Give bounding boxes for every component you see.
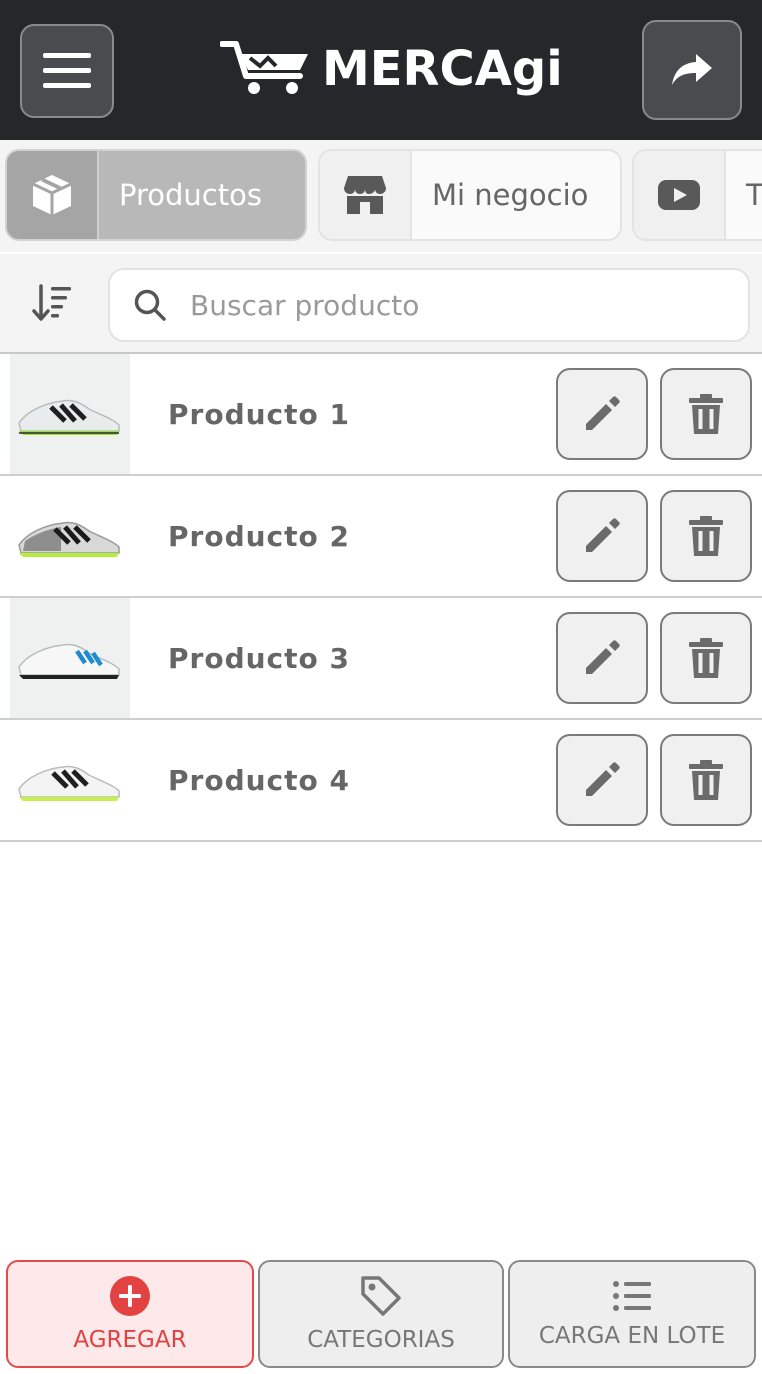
sort-button[interactable]: [22, 278, 82, 328]
categories-label: CATEGORIAS: [307, 1327, 455, 1353]
product-row[interactable]: Producto 2: [0, 476, 762, 598]
tab-mi-negocio-label: Mi negocio: [432, 178, 589, 212]
tag-icon: [361, 1276, 401, 1316]
product-thumbnail: [10, 598, 130, 718]
search-icon-wrap: [110, 288, 190, 322]
pencil-icon: [586, 640, 620, 674]
product-row[interactable]: Producto 4: [0, 720, 762, 842]
product-thumbnail: [10, 476, 130, 596]
edit-button[interactable]: [556, 612, 648, 704]
tab-productos[interactable]: Productos: [5, 149, 307, 241]
magnifier-icon: [134, 289, 166, 321]
batch-upload-label: CARGA EN LOTE: [538, 1323, 726, 1349]
edit-button[interactable]: [556, 734, 648, 826]
trash-icon: [689, 760, 723, 800]
product-thumbnail: [10, 720, 130, 840]
section-tabs: Productos Mi negocio T: [0, 140, 762, 252]
product-name: Producto 2: [168, 519, 350, 553]
product-row[interactable]: Producto 1: [0, 354, 762, 476]
product-name: Producto 4: [168, 763, 350, 797]
trash-icon: [689, 516, 723, 556]
search-box: [108, 268, 750, 342]
product-thumbnail: [10, 354, 130, 474]
add-product-button[interactable]: AGREGAR: [6, 1260, 254, 1368]
search-input[interactable]: [190, 288, 730, 322]
product-name: Producto 1: [168, 397, 350, 431]
tab-mi-negocio-icon-box: [320, 151, 412, 239]
tab-mi-negocio[interactable]: Mi negocio: [318, 149, 622, 241]
categories-button[interactable]: CATEGORIAS: [258, 1260, 504, 1368]
app-header: MERCAgi: [0, 0, 762, 140]
store-icon: [344, 176, 386, 214]
edit-button[interactable]: [556, 490, 648, 582]
pencil-icon: [586, 518, 620, 552]
plus-circle-icon: [110, 1276, 150, 1316]
cart-logo-icon: [220, 41, 308, 94]
tab-tutoriales-icon-box: [634, 151, 726, 239]
brand-name: MERCAgi: [322, 41, 563, 97]
hamburger-menu-icon: [43, 53, 91, 88]
share-arrow-icon: [672, 54, 712, 85]
shoe-image: [18, 765, 120, 801]
shoe-image: [18, 643, 120, 679]
product-list: Producto 1 Producto 2 Producto 3 Product…: [0, 354, 762, 842]
trash-icon: [689, 638, 723, 678]
pencil-icon: [586, 396, 620, 430]
sort-descending-icon: [32, 284, 71, 321]
tab-productos-icon-box: [7, 151, 99, 239]
shoe-image: [18, 521, 120, 557]
video-play-icon: [658, 180, 700, 210]
tab-productos-label: Productos: [119, 178, 262, 212]
list-icon: [613, 1281, 651, 1311]
delete-button[interactable]: [660, 612, 752, 704]
pencil-icon: [586, 762, 620, 796]
delete-button[interactable]: [660, 490, 752, 582]
box-icon: [32, 175, 72, 215]
share-button[interactable]: [642, 20, 742, 120]
tab-tutoriales[interactable]: T: [632, 149, 762, 241]
product-name: Producto 3: [168, 641, 350, 675]
trash-icon: [689, 394, 723, 434]
brand-logo: MERCAgi: [220, 38, 563, 100]
delete-button[interactable]: [660, 734, 752, 826]
edit-button[interactable]: [556, 368, 648, 460]
shoe-image: [18, 399, 120, 435]
search-toolbar: [0, 252, 762, 354]
bottom-action-bar: AGREGAR CATEGORIAS CARGA EN LOTE: [0, 1254, 762, 1374]
menu-button[interactable]: [20, 24, 114, 118]
delete-button[interactable]: [660, 368, 752, 460]
tab-tutoriales-label: T: [746, 178, 762, 212]
product-row[interactable]: Producto 3: [0, 598, 762, 720]
batch-upload-button[interactable]: CARGA EN LOTE: [508, 1260, 756, 1368]
add-product-label: AGREGAR: [73, 1327, 187, 1353]
